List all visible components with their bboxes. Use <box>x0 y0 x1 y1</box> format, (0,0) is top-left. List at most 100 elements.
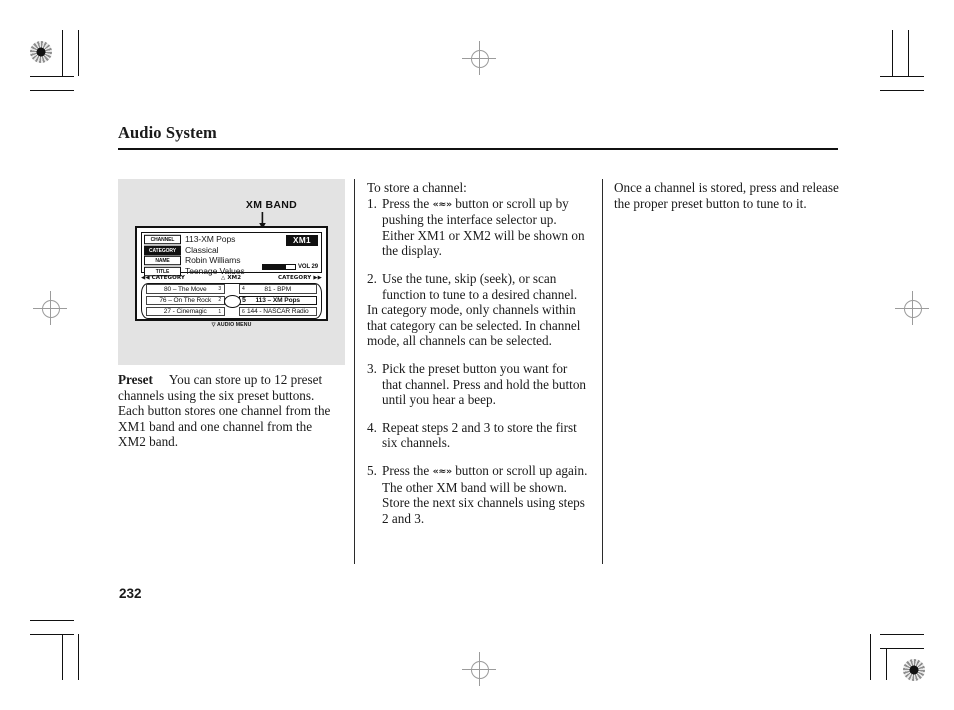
step-number: 3. <box>367 360 377 376</box>
crop-mark <box>908 30 909 76</box>
soft-key-category-next: CATEGORY ▶▶ <box>278 275 322 281</box>
figure-xm-band: XM BAND CHANNEL 113-XM Pops CATEGORY Cla… <box>118 179 345 365</box>
channel-tag: CHANNEL <box>144 235 181 244</box>
registration-crosshair-bottom <box>462 652 496 686</box>
preset-label: 113 – XM Pops <box>255 296 300 304</box>
crop-mark <box>880 76 924 77</box>
step-5: 5. Press the «≈» button or scroll up aga… <box>367 463 589 526</box>
volume-bar-icon <box>262 264 297 270</box>
channel-value: 113-XM Pops <box>185 234 236 244</box>
registration-crosshair-top <box>462 41 496 75</box>
step-body: Pick the preset button you want for that… <box>382 361 589 408</box>
soft-key-strip: ◀◀ CATEGORY △ XM2 CATEGORY ▶▶ <box>141 274 322 282</box>
preset-button-6[interactable]: 6 144 - NASCAR Radio <box>238 306 317 317</box>
crop-mark <box>880 90 924 91</box>
preset-number: 1 <box>218 308 221 315</box>
crop-mark <box>30 620 74 621</box>
crop-mark <box>62 634 63 680</box>
preset-button-1[interactable]: 27 - Cinemagic 1 <box>146 306 225 317</box>
preset-label: 76 – On The Rock <box>159 296 212 304</box>
step-number: 5. <box>367 462 377 478</box>
step-4: 4. Repeat steps 2 and 3 to store the fir… <box>367 420 589 451</box>
crop-mark <box>880 634 924 635</box>
page-title: Audio System <box>118 123 217 142</box>
crop-mark <box>30 634 74 635</box>
registration-crosshair-right <box>895 291 929 325</box>
xm-button-icon: «≈» <box>432 466 453 477</box>
step-text-before: Press the <box>382 462 430 478</box>
volume-indicator: VOL 29 <box>262 264 318 270</box>
preset-button-3[interactable]: 80 – The Move 3 <box>146 284 225 294</box>
preset-row: 27 - Cinemagic 1 6 144 - NASCAR Radio <box>146 306 317 317</box>
step-body: Repeat steps 2 and 3 to store the first … <box>382 420 589 451</box>
preset-number: 6 <box>242 308 245 315</box>
registration-mark-top-left <box>30 41 52 63</box>
step-number: 2. <box>367 270 377 286</box>
preset-number: 5 <box>242 296 246 304</box>
registration-mark-bottom-right <box>903 659 925 681</box>
step-text-after: Use the tune, skip (seek), or scan funct… <box>382 270 578 302</box>
crop-mark <box>30 76 74 77</box>
soft-key-category-prev: ◀◀ CATEGORY <box>141 275 185 281</box>
right-column: Once a channel is stored, press and rele… <box>614 180 840 211</box>
category-tag: CATEGORY <box>144 245 181 255</box>
volume-label: VOL 29 <box>298 264 318 270</box>
step-3: 3. Pick the preset button you want for t… <box>367 361 589 408</box>
crop-mark <box>62 30 63 76</box>
step-body: Use the tune, skip (seek), or scan funct… <box>382 271 589 302</box>
name-tag: NAME <box>144 256 181 265</box>
preset-number: 4 <box>242 286 245 293</box>
crop-mark <box>78 634 79 680</box>
xm-button-icon: «≈» <box>432 198 453 210</box>
preset-label: 27 - Cinemagic <box>163 308 207 316</box>
preset-button-4[interactable]: 4 81 - BPM <box>238 284 317 294</box>
preset-number: 3 <box>218 286 221 293</box>
radio-head-unit-display: CHANNEL 113-XM Pops CATEGORY Classical N… <box>135 226 328 328</box>
preset-gap <box>225 284 239 294</box>
crop-mark <box>30 90 74 91</box>
step-text-after: Pick the preset button you want for that… <box>382 360 587 408</box>
step-1: 1. Press the «≈» button or scroll up by … <box>367 196 589 259</box>
column-divider-left <box>354 179 355 564</box>
step-body: Press the «≈» button or scroll up again.… <box>382 463 589 526</box>
step-body: Press the «≈» button or scroll up by pus… <box>382 196 589 259</box>
title-rule <box>118 148 838 150</box>
registration-crosshair-left <box>33 291 67 325</box>
step-text-after: Repeat steps 2 and 3 to store the first … <box>382 419 577 451</box>
preset-heading: Preset <box>118 372 153 387</box>
crop-mark <box>892 30 893 76</box>
category-mode-note: In category mode, only channels within t… <box>367 302 581 349</box>
preset-gap <box>225 307 239 317</box>
name-value: Robin Williams <box>185 255 241 265</box>
audio-menu-soft-key[interactable]: ▽ AUDIO MENU <box>141 322 322 328</box>
step-text-before: Press the <box>382 195 430 211</box>
crop-mark <box>886 648 887 680</box>
stored-channel-note: Once a channel is stored, press and rele… <box>614 180 839 211</box>
figure-caption: XM BAND <box>245 199 297 211</box>
soft-key-band-xm2: △ XM2 <box>221 275 242 281</box>
crop-mark <box>78 30 79 76</box>
info-row-category: CATEGORY Classical <box>144 245 321 255</box>
middle-column: To store a channel: 1. Press the «≈» but… <box>367 180 589 526</box>
crop-mark <box>870 634 871 680</box>
preset-label: 80 – The Move <box>163 285 207 293</box>
left-column: Preset You can store up to 12 preset chan… <box>118 372 342 450</box>
preset-button-2[interactable]: 76 – On The Rock 2 <box>146 295 225 306</box>
preset-label: 81 - BPM <box>264 285 292 293</box>
preset-grid: 80 – The Move 3 4 81 - BPM 76 – On The R… <box>141 283 322 328</box>
category-value: Classical <box>185 244 219 255</box>
preset-button-5[interactable]: 5 113 – XM Pops <box>238 295 317 306</box>
manual-page: Audio System XM BAND CHANNEL 113-XM Pops… <box>0 0 954 710</box>
preset-row: 80 – The Move 3 4 81 - BPM <box>146 284 317 294</box>
column-divider-right <box>602 179 603 564</box>
preset-number: 2 <box>218 297 221 304</box>
store-channel-intro: To store a channel: <box>367 180 467 195</box>
step-number: 1. <box>367 195 377 211</box>
step-2: 2. Use the tune, skip (seek), or scan fu… <box>367 271 589 302</box>
now-playing-info-box: CHANNEL 113-XM Pops CATEGORY Classical N… <box>141 232 322 276</box>
band-badge: XM1 <box>285 235 318 246</box>
preset-paragraph: Preset You can store up to 12 preset chan… <box>118 372 342 450</box>
page-number: 232 <box>119 586 142 601</box>
preset-label: 144 - NASCAR Radio <box>246 308 309 316</box>
step-number: 4. <box>367 419 377 435</box>
